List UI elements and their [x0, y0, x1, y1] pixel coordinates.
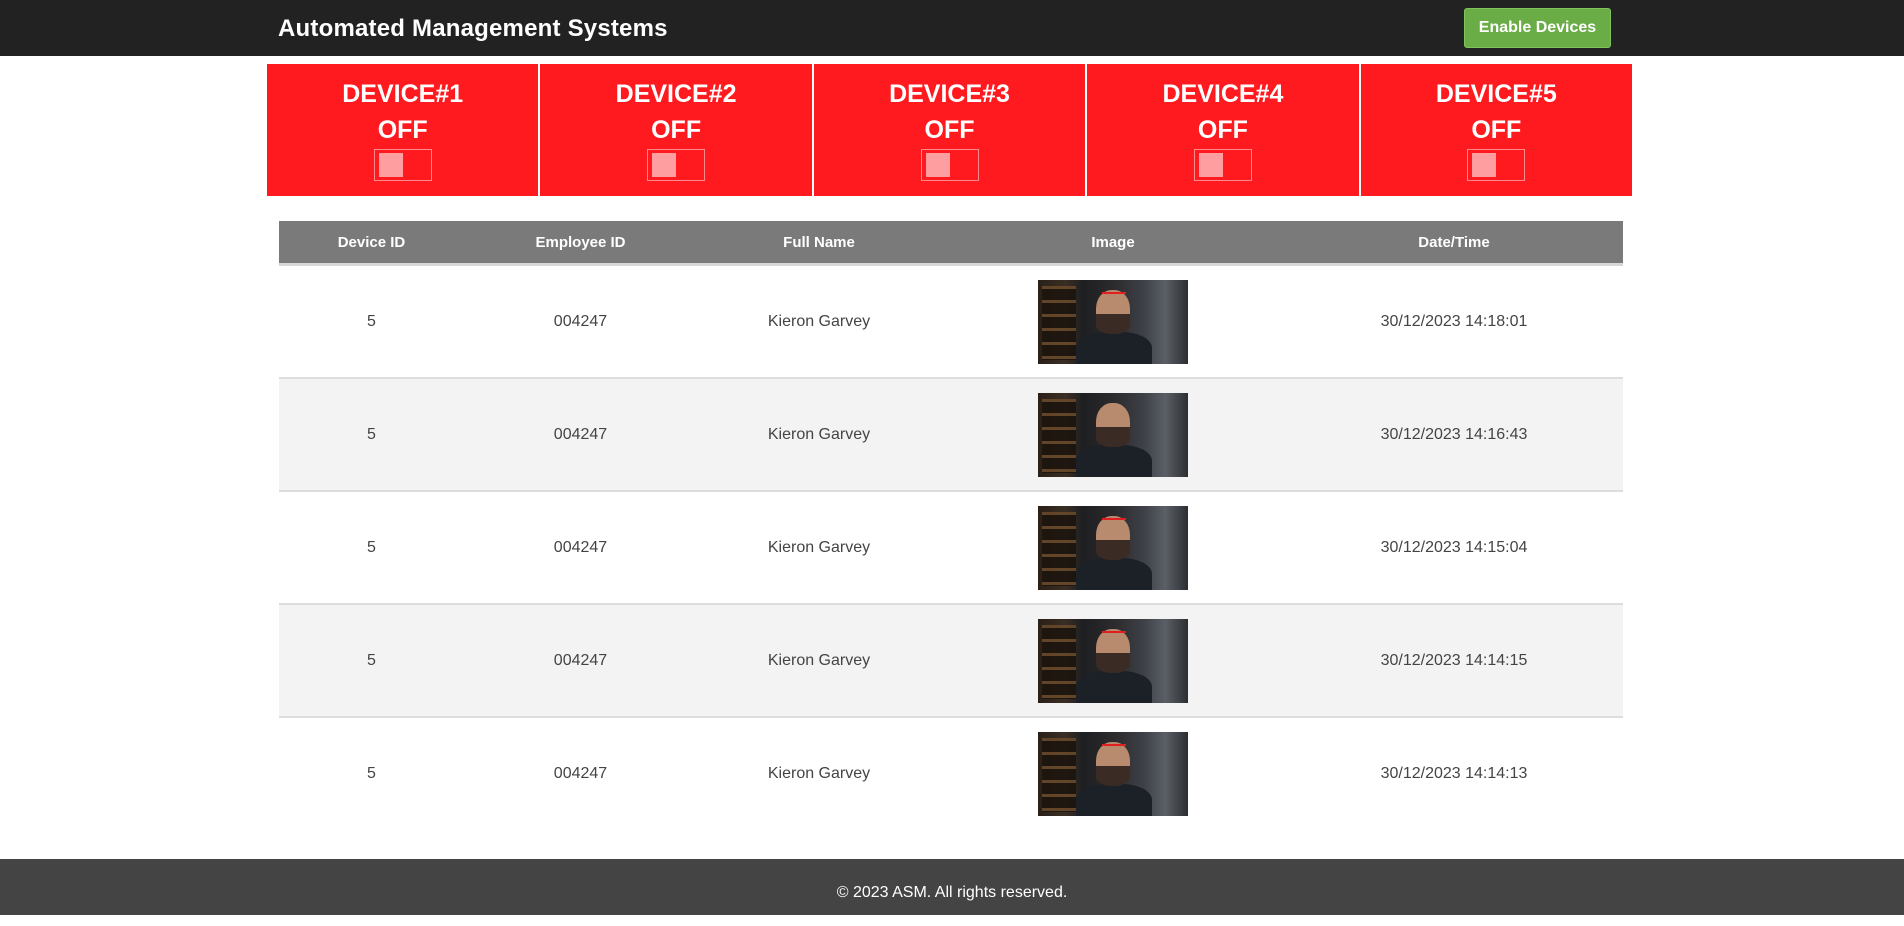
toggle-knob: [925, 153, 950, 177]
datetime-cell: 30/12/2023 14:14:15: [1285, 604, 1623, 718]
device-status: OFF: [651, 116, 702, 144]
device-name: DEVICE#2: [615, 80, 737, 108]
column-header-datetime: Date/Time: [1285, 221, 1623, 266]
image-cell: [941, 264, 1285, 379]
datetime-cell: 30/12/2023 14:15:04: [1285, 491, 1623, 605]
full-name-cell: Kieron Garvey: [697, 604, 941, 718]
device-panel-row: DEVICE#1 OFF DEVICE#2 OFF DEVICE#3 OFF D…: [267, 64, 1633, 196]
top-navbar: Automated Management Systems Enable Devi…: [0, 0, 1904, 56]
image-cell: [941, 604, 1285, 718]
table-row: 5 004247 Kieron Garvey 30/12/2023 14:16:…: [279, 378, 1623, 492]
enable-devices-button[interactable]: Enable Devices: [1464, 8, 1611, 48]
device-toggle-switch[interactable]: [647, 149, 706, 181]
device-status: OFF: [1471, 116, 1522, 144]
device-id-cell: 5: [367, 764, 376, 782]
datetime-cell: 30/12/2023 14:18:01: [1285, 264, 1623, 379]
device-id-cell: 5: [279, 378, 464, 492]
employee-id-cell: 004247: [553, 764, 608, 782]
table-row: 5 004247 Kieron Garvey 30/12/2023 14:14:…: [279, 604, 1623, 718]
table-header-row: Device ID Employee ID Full Name Image Da…: [279, 221, 1623, 266]
table-row: 5 004247 Kieron Garvey 30/12/2023 14:18:…: [279, 264, 1623, 379]
device-status: OFF: [1197, 116, 1248, 144]
column-header-full-name: Full Name: [697, 221, 941, 266]
toggle-knob: [1472, 153, 1497, 177]
table-row: 5 004247 Kieron Garvey 30/12/2023 14:14:…: [279, 717, 1623, 829]
device-name: DEVICE#4: [1162, 80, 1284, 108]
employee-photo-thumbnail[interactable]: [1038, 392, 1188, 477]
employee-id-cell: 004247: [464, 378, 697, 492]
page-footer: © 2023 ASM. All rights reserved.: [0, 859, 1904, 915]
copyright-text: © 2023 ASM. All rights reserved.: [836, 884, 1068, 901]
employee-photo-thumbnail[interactable]: [1038, 731, 1188, 816]
table-row: 5 004247 Kieron Garvey 30/12/2023 14:15:…: [279, 491, 1623, 605]
app-title: Automated Management Systems: [278, 15, 668, 42]
device-name: DEVICE#5: [1435, 80, 1557, 108]
full-name-cell: Kieron Garvey: [697, 264, 941, 379]
device-card-4: DEVICE#4 OFF: [1087, 64, 1359, 196]
employee-photo-thumbnail[interactable]: [1038, 505, 1188, 590]
device-card-2: DEVICE#2 OFF: [540, 64, 812, 196]
employee-id-cell: 004247: [464, 491, 697, 605]
device-status: OFF: [377, 116, 428, 144]
device-toggle-switch[interactable]: [920, 149, 979, 181]
device-id-cell: 5: [279, 491, 464, 605]
device-name: DEVICE#3: [889, 80, 1010, 108]
employee-id-cell: 004247: [464, 604, 697, 718]
device-name: DEVICE#1: [342, 80, 464, 108]
access-log-table-container: Device ID Employee ID Full Name Image Da…: [279, 221, 1623, 829]
toggle-knob: [652, 153, 677, 177]
access-log-table: Device ID Employee ID Full Name Image Da…: [279, 221, 1623, 829]
device-card-3: DEVICE#3 OFF: [813, 64, 1086, 196]
toggle-knob: [1198, 153, 1223, 177]
datetime-cell: 30/12/2023 14:16:43: [1285, 378, 1623, 492]
device-toggle-switch[interactable]: [373, 149, 432, 181]
column-header-device-id: Device ID: [279, 221, 464, 266]
toggle-knob: [378, 153, 403, 177]
image-cell: [941, 491, 1285, 605]
full-name-cell: Kieron Garvey: [697, 491, 941, 605]
employee-id-cell: 004247: [464, 264, 697, 379]
device-toggle-switch[interactable]: [1467, 149, 1526, 181]
device-id-cell: 5: [279, 264, 464, 379]
full-name-cell: Kieron Garvey: [767, 764, 871, 782]
full-name-cell: Kieron Garvey: [697, 378, 941, 492]
image-cell: [941, 717, 1285, 829]
device-card-5: DEVICE#5 OFF: [1360, 64, 1633, 196]
employee-photo-thumbnail[interactable]: [1038, 279, 1188, 364]
column-header-image: Image: [941, 221, 1285, 266]
employee-photo-thumbnail[interactable]: [1038, 618, 1188, 703]
image-cell: [941, 378, 1285, 492]
device-card-1: DEVICE#1 OFF: [267, 64, 539, 196]
device-id-cell: 5: [279, 604, 464, 718]
device-status: OFF: [924, 116, 975, 144]
device-toggle-switch[interactable]: [1193, 149, 1252, 181]
datetime-cell: 30/12/2023 14:14:13: [1380, 764, 1528, 782]
column-header-employee-id: Employee ID: [464, 221, 697, 266]
